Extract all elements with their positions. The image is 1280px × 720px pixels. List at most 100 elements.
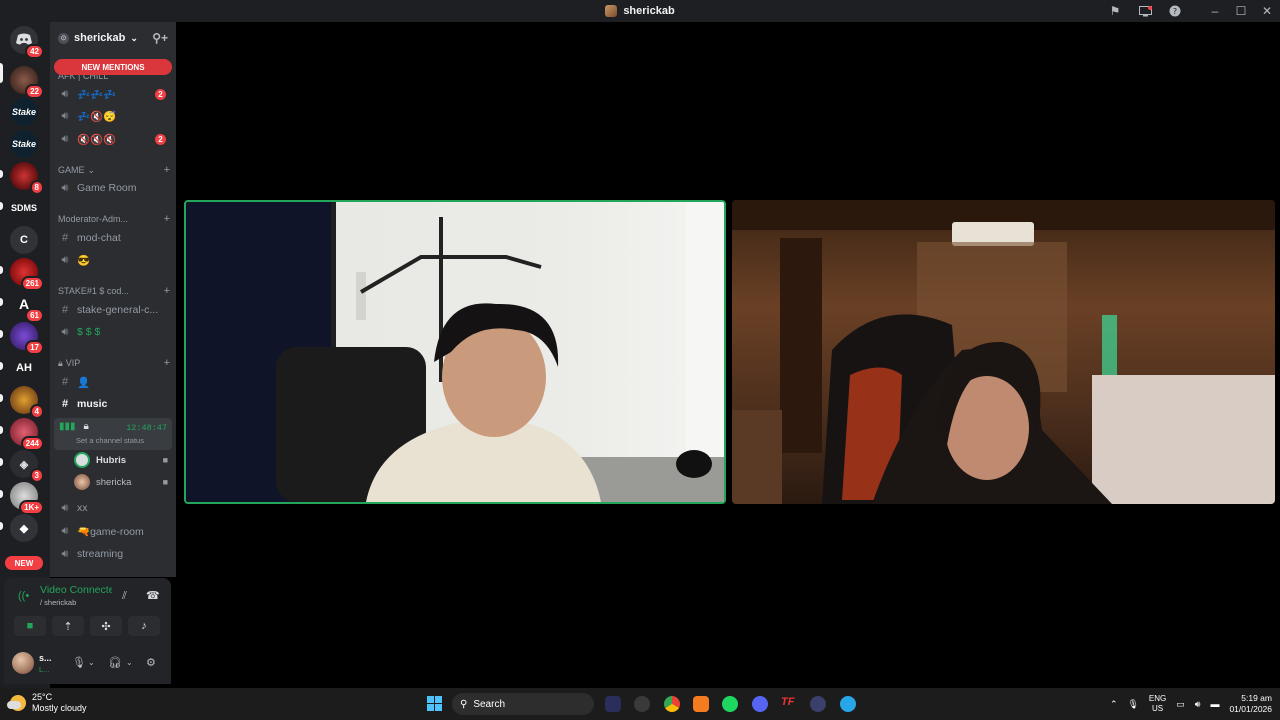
channel-name: 💤💤💤 <box>77 88 117 101</box>
voice-channel[interactable]: 🔊︎ 🔫game-room <box>54 521 172 541</box>
new-unreads-badge[interactable]: NEW <box>5 556 43 570</box>
voice-location[interactable]: / sherickab <box>40 598 76 607</box>
voice-channel[interactable]: 🔊︎ 💤🔇😴 <box>54 106 172 126</box>
minimize-button[interactable]: – <box>1202 0 1228 22</box>
video-tile-shericka[interactable] <box>732 200 1275 504</box>
spotify-icon[interactable] <box>722 696 738 712</box>
server-unread-pill <box>0 63 3 83</box>
disconnect-icon[interactable]: ☎ <box>146 589 160 602</box>
screen-share-button[interactable]: ⇡ <box>52 616 84 636</box>
close-button[interactable]: ✕ <box>1254 0 1280 22</box>
server-sdms[interactable]: SDMS <box>10 194 38 222</box>
headphones-icon[interactable]: 🎧︎ <box>108 656 122 669</box>
screen-icon[interactable] <box>1130 0 1160 22</box>
camera-button[interactable]: ■ <box>14 616 46 636</box>
channel-name: music <box>77 398 108 410</box>
add-channel-icon[interactable]: + <box>164 164 170 176</box>
voice-active-icon: ▮▮▮ <box>59 421 76 432</box>
voice-channel[interactable]: 🔊︎ xx <box>54 498 172 518</box>
settings-icon[interactable]: ⚙ <box>146 656 156 669</box>
chevron-up-icon[interactable]: ⌃ <box>1110 699 1118 710</box>
microphone-icon[interactable]: 🎙︎ <box>1127 699 1138 710</box>
category-vip[interactable]: 🔒︎ VIP + <box>58 356 172 370</box>
channel-name: 😎 <box>77 254 91 267</box>
server-icon[interactable]: ◆ <box>10 514 38 542</box>
server-icon[interactable]: 244 <box>10 418 44 451</box>
battery-icon[interactable]: ▬ <box>1210 699 1219 709</box>
channel-status[interactable]: Set a channel status <box>76 436 144 445</box>
app-icon[interactable]: TF <box>781 696 797 712</box>
speaker-icon: 🔊︎ <box>61 87 69 100</box>
server-icon[interactable]: 22 <box>10 66 44 99</box>
volume-icon[interactable]: 🔊︎ <box>1195 699 1201 710</box>
help-icon[interactable]: ? <box>1160 0 1190 22</box>
inbox-icon[interactable]: ⚑ <box>1100 0 1130 22</box>
telegram-icon[interactable] <box>840 696 856 712</box>
start-button[interactable] <box>427 696 442 711</box>
app-icon[interactable] <box>634 696 650 712</box>
voice-channel[interactable]: 🔊︎ 😎 <box>54 250 172 270</box>
weather-temp: 25°C <box>32 692 53 702</box>
server-stake-1[interactable]: Stake <box>10 98 38 126</box>
add-channel-icon[interactable]: + <box>164 285 170 297</box>
server-unread-pill <box>0 170 3 178</box>
weather-widget[interactable]: 25°C Mostly cloudy <box>7 692 87 714</box>
microphone-icon[interactable]: 🎙︎ <box>72 656 86 669</box>
new-mentions-button[interactable]: NEW MENTIONS <box>54 59 172 75</box>
window-title-text: sherickab <box>623 5 675 17</box>
app-icon[interactable] <box>810 696 826 712</box>
avatar[interactable] <box>12 652 34 674</box>
server-home[interactable]: 42 <box>10 26 44 59</box>
network-icon[interactable]: ▭ <box>1176 699 1185 710</box>
channel-name: 🔇🔇🔇 <box>77 133 117 146</box>
server-ah[interactable]: AH <box>10 354 38 382</box>
maximize-button[interactable]: ☐ <box>1228 0 1254 22</box>
user-count-badge: 2 <box>155 133 166 145</box>
active-voice-channel[interactable]: ▮▮▮ 🔒︎ 12:48:47 Set a channel status <box>54 418 172 450</box>
language-indicator[interactable]: ENG US <box>1149 694 1166 714</box>
guild-header[interactable]: ⊙ sherickab ⌄ ⚲+ <box>50 22 176 54</box>
server-icon[interactable]: 8 <box>10 162 44 195</box>
voice-member[interactable]: Hubris ■ <box>74 450 172 470</box>
voice-channel[interactable]: 🔊︎ 💤💤💤 2 <box>54 84 172 104</box>
voice-channel[interactable]: 🔊︎ Game Room <box>54 178 172 198</box>
server-icon[interactable]: ◈ 3 <box>10 450 44 483</box>
voice-status-text[interactable]: Video Connected <box>40 584 112 596</box>
server-icon[interactable]: 261 <box>10 258 44 291</box>
chevron-down-icon[interactable]: ⌄ <box>126 658 133 667</box>
noise-suppression-icon[interactable]: ⫽ <box>122 590 127 603</box>
chrome-icon[interactable] <box>664 696 680 712</box>
server-unread-pill <box>0 490 3 498</box>
voice-channel[interactable]: 🔊︎ $ $ $ <box>54 322 172 342</box>
clock-time: 5:19 am <box>1241 693 1272 703</box>
clock[interactable]: 5:19 am 01/01/2026 <box>1229 693 1272 715</box>
category-game[interactable]: GAME ⌄ + <box>58 163 172 177</box>
app-icon[interactable] <box>693 696 709 712</box>
app-icon[interactable] <box>605 696 621 712</box>
discord-icon[interactable] <box>752 696 768 712</box>
voice-channel[interactable]: 🔊︎ 🔇🔇🔇 2 <box>54 129 172 149</box>
text-channel[interactable]: # mod-chat <box>54 228 172 248</box>
soundboard-button[interactable]: ♪ <box>128 616 160 636</box>
video-tile-hubris[interactable] <box>184 200 726 504</box>
server-icon[interactable]: 4 <box>10 386 44 419</box>
activities-button[interactable]: ✣ <box>90 616 122 636</box>
server-icon[interactable]: 17 <box>10 322 44 355</box>
add-channel-icon[interactable]: + <box>164 213 170 225</box>
voice-member[interactable]: shericka ■ <box>74 472 172 492</box>
text-channel[interactable]: # 👤 <box>54 372 172 392</box>
server-c[interactable]: C <box>10 226 38 254</box>
server-icon[interactable]: 1K+ <box>10 482 44 515</box>
signal-icon[interactable]: ((• <box>18 590 29 602</box>
server-a[interactable]: A 61 <box>10 290 44 323</box>
chevron-down-icon[interactable]: ⌄ <box>88 658 95 667</box>
add-user-icon[interactable]: ⚲+ <box>152 31 168 45</box>
text-channel[interactable]: # stake-general-c... <box>54 300 172 320</box>
category-stake[interactable]: STAKE#1 $ cod... + <box>58 284 172 298</box>
add-channel-icon[interactable]: + <box>164 357 170 369</box>
category-moderator[interactable]: Moderator-Adm... + <box>58 212 172 226</box>
text-channel-music[interactable]: # music <box>54 394 172 414</box>
server-stake-2[interactable]: Stake <box>10 130 38 158</box>
voice-channel[interactable]: 🔊︎ streaming <box>54 544 172 564</box>
taskbar-search[interactable]: ⚲ Search <box>452 693 594 715</box>
